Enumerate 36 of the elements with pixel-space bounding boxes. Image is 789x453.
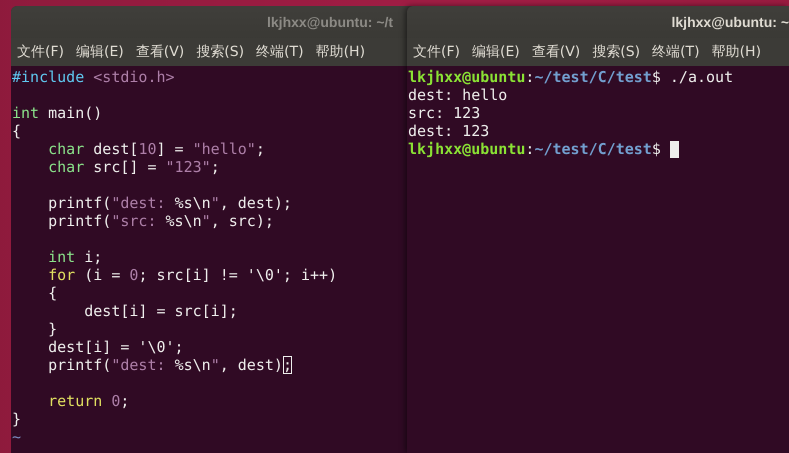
menu-item[interactable]: 文件(F) <box>411 43 462 61</box>
empty-line-marker: ~ <box>12 428 22 446</box>
menu-item[interactable]: 查看(V) <box>134 43 186 61</box>
code-line: { <box>47 284 58 302</box>
menu-item[interactable]: 帮助(H) <box>710 43 764 61</box>
code-line: #include <stdio.h> <box>12 68 175 86</box>
window-title: lkjhxx@ubuntu: ~/t <box>267 14 394 30</box>
code-line: { <box>12 122 22 140</box>
code-line: src: 123 <box>408 104 480 122</box>
menu-item[interactable]: 搜索(S) <box>590 43 642 61</box>
code-line: return 0; <box>47 392 130 410</box>
code-line: int main() <box>12 104 102 122</box>
code-line: dest[i] = '\0'; <box>47 338 184 356</box>
menu-item[interactable]: 帮助(H) <box>314 43 368 61</box>
code-line: printf("src: %s\n", src); <box>47 212 274 230</box>
menu-item[interactable]: 查看(V) <box>530 43 582 61</box>
code-line: int i; <box>47 248 102 266</box>
code-line: dest: hello <box>408 86 508 104</box>
menu-item[interactable]: 搜索(S) <box>194 43 246 61</box>
menu-item[interactable]: 文件(F) <box>15 43 66 61</box>
code-line: printf("dest: %s\n", dest); <box>47 356 292 374</box>
code-line: } <box>47 320 58 338</box>
menu-item[interactable]: 编辑(E) <box>470 43 522 61</box>
code-line: lkjhxx@ubuntu:~/test/C/test$ <box>408 140 662 158</box>
code-line: } <box>12 410 22 428</box>
code-line: dest: 123 <box>408 122 490 140</box>
code-line: dest[i] = src[i]; <box>83 302 238 320</box>
code-line: char src[] = "123"; <box>47 158 220 176</box>
code-line: printf("dest: %s\n", dest); <box>47 194 292 212</box>
code-line: char dest[10] = "hello"; <box>47 140 265 158</box>
menu-item[interactable]: 编辑(E) <box>74 43 126 61</box>
menu-item[interactable]: 终端(T) <box>254 43 306 61</box>
menu-item[interactable]: 终端(T) <box>650 43 702 61</box>
code-line: lkjhxx@ubuntu:~/test/C/test$ ./a.out <box>408 68 734 86</box>
code-line: for (i = 0; src[i] != '\0'; i++) <box>47 266 338 284</box>
window-title: lkjhxx@ubuntu: ~ <box>672 14 789 30</box>
